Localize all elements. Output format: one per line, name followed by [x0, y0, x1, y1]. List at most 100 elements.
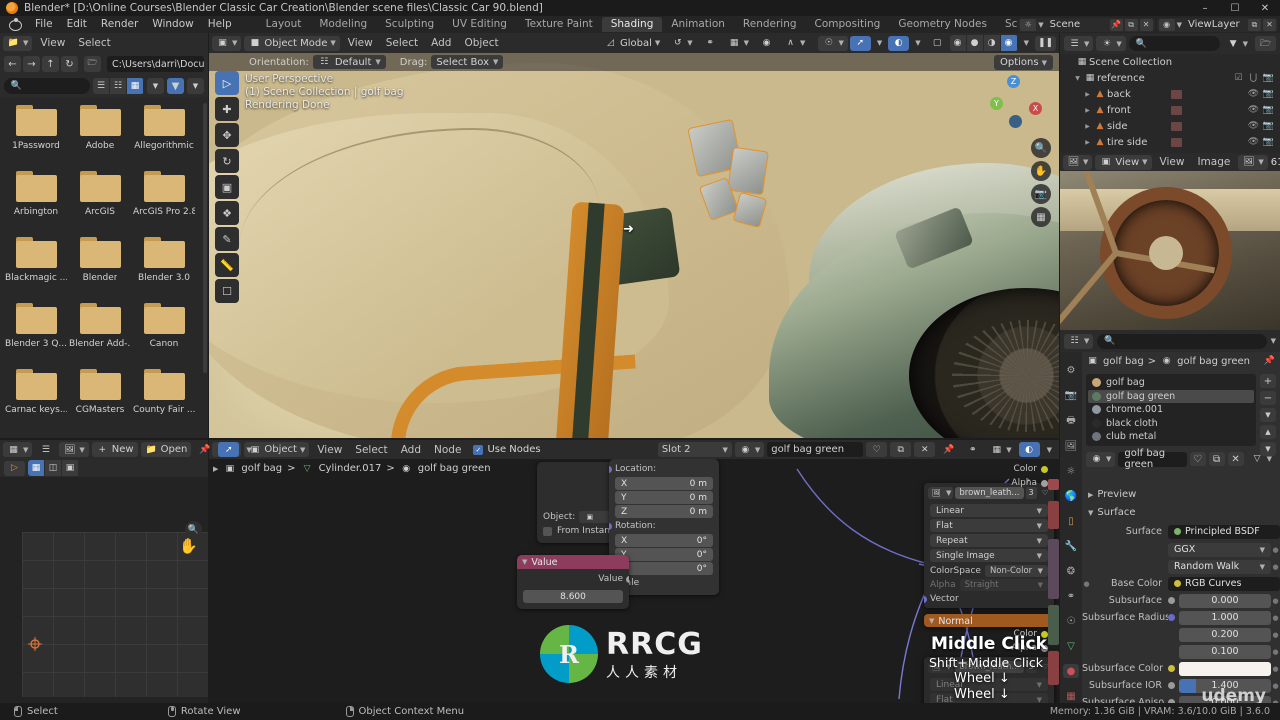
camera-view-button[interactable]: 📷: [1031, 184, 1051, 204]
tab-particles[interactable]: ❂: [1063, 564, 1079, 578]
viewport-menu-view[interactable]: View: [343, 37, 378, 49]
location-y-field[interactable]: Y 0 m: [615, 491, 713, 504]
eye-icon[interactable]: 👁: [1246, 121, 1261, 131]
nav-parent-button[interactable]: ↑: [42, 56, 59, 72]
zoom-view-button[interactable]: 🔍: [1031, 138, 1051, 158]
property-dropdown[interactable]: Random Walk ▼: [1168, 559, 1271, 574]
outliner-editor-type-selector[interactable]: ☰ ▼: [1064, 36, 1094, 51]
filter-toggle-button[interactable]: ▼: [167, 78, 184, 94]
material-slot-row[interactable]: chrome.001: [1088, 403, 1254, 417]
folder-item[interactable]: Allegorithmic: [132, 105, 196, 171]
outliner-row-side[interactable]: ▶ ▲ side 👁 📷: [1060, 118, 1280, 134]
tool-measure[interactable]: 📏: [215, 253, 239, 277]
input-socket[interactable]: [609, 523, 612, 530]
shader-overlays-toggle[interactable]: ◐: [1018, 442, 1040, 457]
eye-icon[interactable]: 👁: [1246, 137, 1261, 147]
tab-texture[interactable]: ▦: [1063, 689, 1079, 703]
lowerleft-gizmo-chevron[interactable]: ▼: [242, 442, 255, 457]
rotation-y-field[interactable]: Y0°: [615, 548, 713, 561]
move-slot-up-button[interactable]: ▲: [1260, 425, 1276, 439]
property-dropdown[interactable]: GGX ▼: [1168, 542, 1271, 557]
image-editor-canvas[interactable]: [1060, 171, 1280, 330]
snap-pivot-selector[interactable]: ↺ ▼: [667, 36, 696, 51]
blender-logo-icon[interactable]: [8, 18, 22, 31]
shading-chevron[interactable]: ▼: [1020, 36, 1033, 51]
tab-tool[interactable]: ⚙: [1063, 364, 1079, 378]
lowerleft-menu-button[interactable]: ☰: [35, 442, 56, 457]
tab-physics[interactable]: ⚭: [1063, 589, 1079, 603]
expand-triangle-icon[interactable]: ▶: [1082, 139, 1093, 146]
image-menu-image[interactable]: Image: [1192, 156, 1235, 168]
select-edge[interactable]: ◫: [45, 460, 62, 476]
image-menu-view[interactable]: View: [1155, 156, 1190, 168]
select-face[interactable]: ▣: [62, 460, 79, 476]
tab-render[interactable]: 📷: [1063, 389, 1079, 403]
folder-item[interactable]: CGMasters: [68, 369, 132, 435]
material-slot-list[interactable]: golf bag golf bag green chrome.001 black…: [1086, 374, 1256, 446]
menu-file[interactable]: File: [28, 16, 60, 33]
property-value[interactable]: Principled BSDF: [1168, 524, 1280, 539]
folder-item[interactable]: Blender: [68, 237, 132, 303]
shading-material-preview[interactable]: ◑: [983, 35, 1001, 51]
extension-dropdown[interactable]: Repeat ▼: [930, 534, 1048, 547]
tool-transform[interactable]: ❖: [215, 201, 239, 225]
gizmo-axis-neg-z[interactable]: [1009, 115, 1022, 128]
folder-item[interactable]: Canon: [132, 303, 196, 369]
folder-item[interactable]: ArcGIS: [68, 171, 132, 237]
preview-section-header[interactable]: ▶ Preview: [1082, 486, 1280, 503]
viewlayer-duplicate-icon[interactable]: ⧉: [1248, 18, 1261, 31]
new-material-button[interactable]: ⧉: [1208, 452, 1225, 466]
minimize-button[interactable]: –: [1190, 0, 1220, 16]
property-slider[interactable]: 1.000: [1179, 610, 1271, 625]
orientation-selector[interactable]: ☷ Default ▼: [312, 55, 386, 69]
camera-icon[interactable]: 📷: [1261, 137, 1276, 147]
lower-left-canvas[interactable]: 🔍 ✋: [0, 477, 208, 703]
folder-item[interactable]: Arbington: [4, 171, 68, 237]
camera-icon[interactable]: 📷: [1261, 89, 1276, 99]
tab-material[interactable]: ●: [1063, 664, 1079, 679]
surface-section-header[interactable]: ▼ Surface: [1082, 504, 1280, 521]
zoom-icon[interactable]: 🔍: [185, 521, 202, 538]
menu-window[interactable]: Window: [145, 16, 200, 33]
nav-forward-button[interactable]: →: [23, 56, 40, 72]
outliner-display-mode-selector[interactable]: ☀ ▼: [1096, 36, 1126, 51]
folder-item[interactable]: ArcGIS Pro 2.8: [132, 171, 196, 237]
nav-back-button[interactable]: ←: [4, 56, 21, 72]
properties-options-chevron-icon[interactable]: ▼: [1271, 337, 1276, 345]
overlays-chevron[interactable]: ▼: [911, 36, 924, 51]
property-slider[interactable]: 0.000: [1179, 593, 1271, 608]
select-vertex[interactable]: ▦: [28, 460, 45, 476]
viewlayer-id-field[interactable]: ◉ ▼ ViewLayer ⧉ ✕: [1156, 17, 1278, 32]
node-value[interactable]: ▼ Value Value 8.600: [517, 555, 629, 609]
display-size-chevron-icon[interactable]: ▼: [147, 78, 164, 94]
interpolation-dropdown[interactable]: Linear ▼: [930, 504, 1048, 517]
hide-icon[interactable]: ⋃: [1246, 73, 1261, 83]
shading-solid[interactable]: ●: [966, 35, 984, 51]
breadcrumb-material[interactable]: golf bag green: [1177, 356, 1250, 367]
shader-unlink-button[interactable]: ✕: [914, 442, 936, 457]
input-socket[interactable]: [924, 596, 927, 603]
material-slot-row[interactable]: golf bag: [1088, 376, 1254, 390]
pause-render-button[interactable]: ❚❚: [1035, 35, 1056, 51]
location-z-field[interactable]: Z 0 m: [615, 505, 713, 518]
checkbox-icon[interactable]: ☑: [1231, 73, 1246, 83]
open-image-button[interactable]: 📁 Open: [140, 442, 192, 457]
menu-edit[interactable]: Edit: [60, 16, 94, 33]
file-browser-scrollbar[interactable]: [203, 103, 207, 373]
shader-fake-user-button[interactable]: ♡: [866, 442, 888, 457]
workspace-tab-geometry-nodes[interactable]: Geometry Nodes: [889, 17, 996, 32]
filter-chevron-icon[interactable]: ▼: [187, 78, 204, 94]
menu-help[interactable]: Help: [201, 16, 239, 33]
gizmo-axis-x[interactable]: X: [1029, 102, 1042, 115]
gizmo-axis-y[interactable]: Y: [990, 97, 1003, 110]
rotation-z-field[interactable]: Z0°: [615, 562, 713, 575]
lowerleft-gizmo-toggle[interactable]: ➚: [218, 442, 240, 457]
node-header[interactable]: ▼ Normal: [924, 614, 1054, 627]
output-socket[interactable]: [1041, 465, 1048, 473]
tab-constraints[interactable]: ☉: [1063, 614, 1079, 628]
workspace-tab-modeling[interactable]: Modeling: [310, 17, 376, 32]
folder-item[interactable]: Blender 3.0: [132, 237, 196, 303]
outliner-row-tire-side[interactable]: ▶ ▲ tire side 👁 📷: [1060, 134, 1280, 150]
source-dropdown[interactable]: Single Image ▼: [930, 549, 1048, 562]
breadcrumb-mesh[interactable]: Cylinder.017: [319, 463, 382, 474]
